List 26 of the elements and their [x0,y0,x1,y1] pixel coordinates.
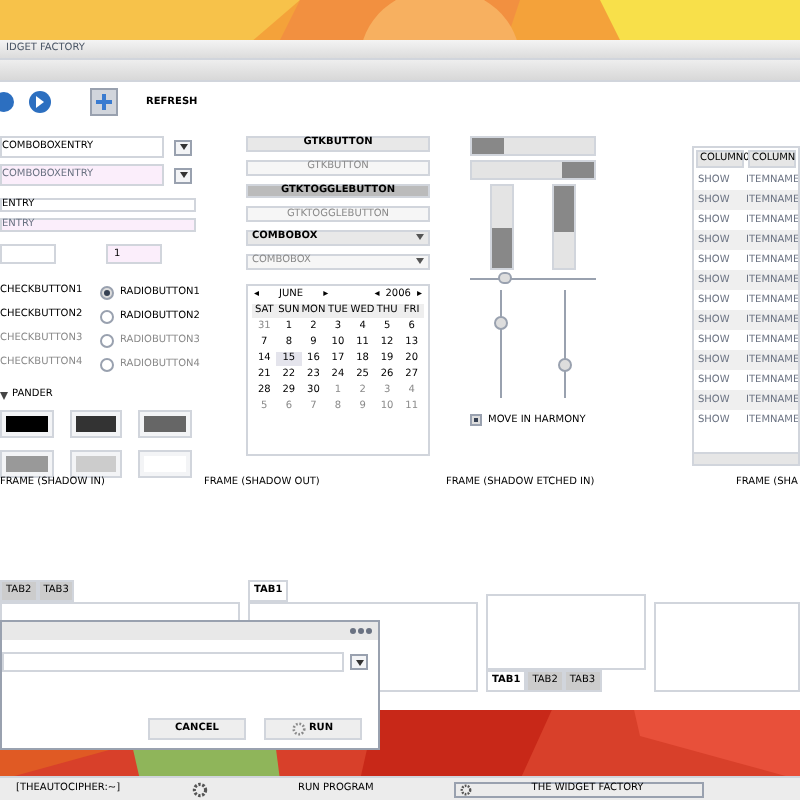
color-button[interactable] [69,450,123,478]
caret-icon [355,659,363,665]
slider-thumb[interactable] [557,358,572,373]
radio-indicator[interactable] [100,310,114,324]
add-button[interactable] [90,88,118,116]
checkbox[interactable] [470,414,482,426]
color-button[interactable] [69,410,123,438]
caret-icon [416,234,424,241]
slider-thumb[interactable] [494,315,509,330]
color-button[interactable] [0,410,54,438]
command-field[interactable] [2,652,344,672]
caret-icon [179,172,187,178]
forward-icon[interactable] [28,90,52,114]
radio-indicator[interactable] [100,286,114,300]
color-button[interactable] [138,450,192,478]
color-button[interactable] [0,450,54,478]
dropdown-button[interactable] [350,654,368,670]
expander-triangle-icon[interactable] [0,391,8,399]
plus-icon [96,94,112,110]
caret-icon [179,144,187,150]
back-icon[interactable] [0,90,16,114]
dropdown-button[interactable] [174,139,192,155]
caret-icon [416,258,424,265]
color-button[interactable] [138,410,192,438]
slider-thumb[interactable] [498,272,513,284]
dropdown-button[interactable] [174,167,192,183]
